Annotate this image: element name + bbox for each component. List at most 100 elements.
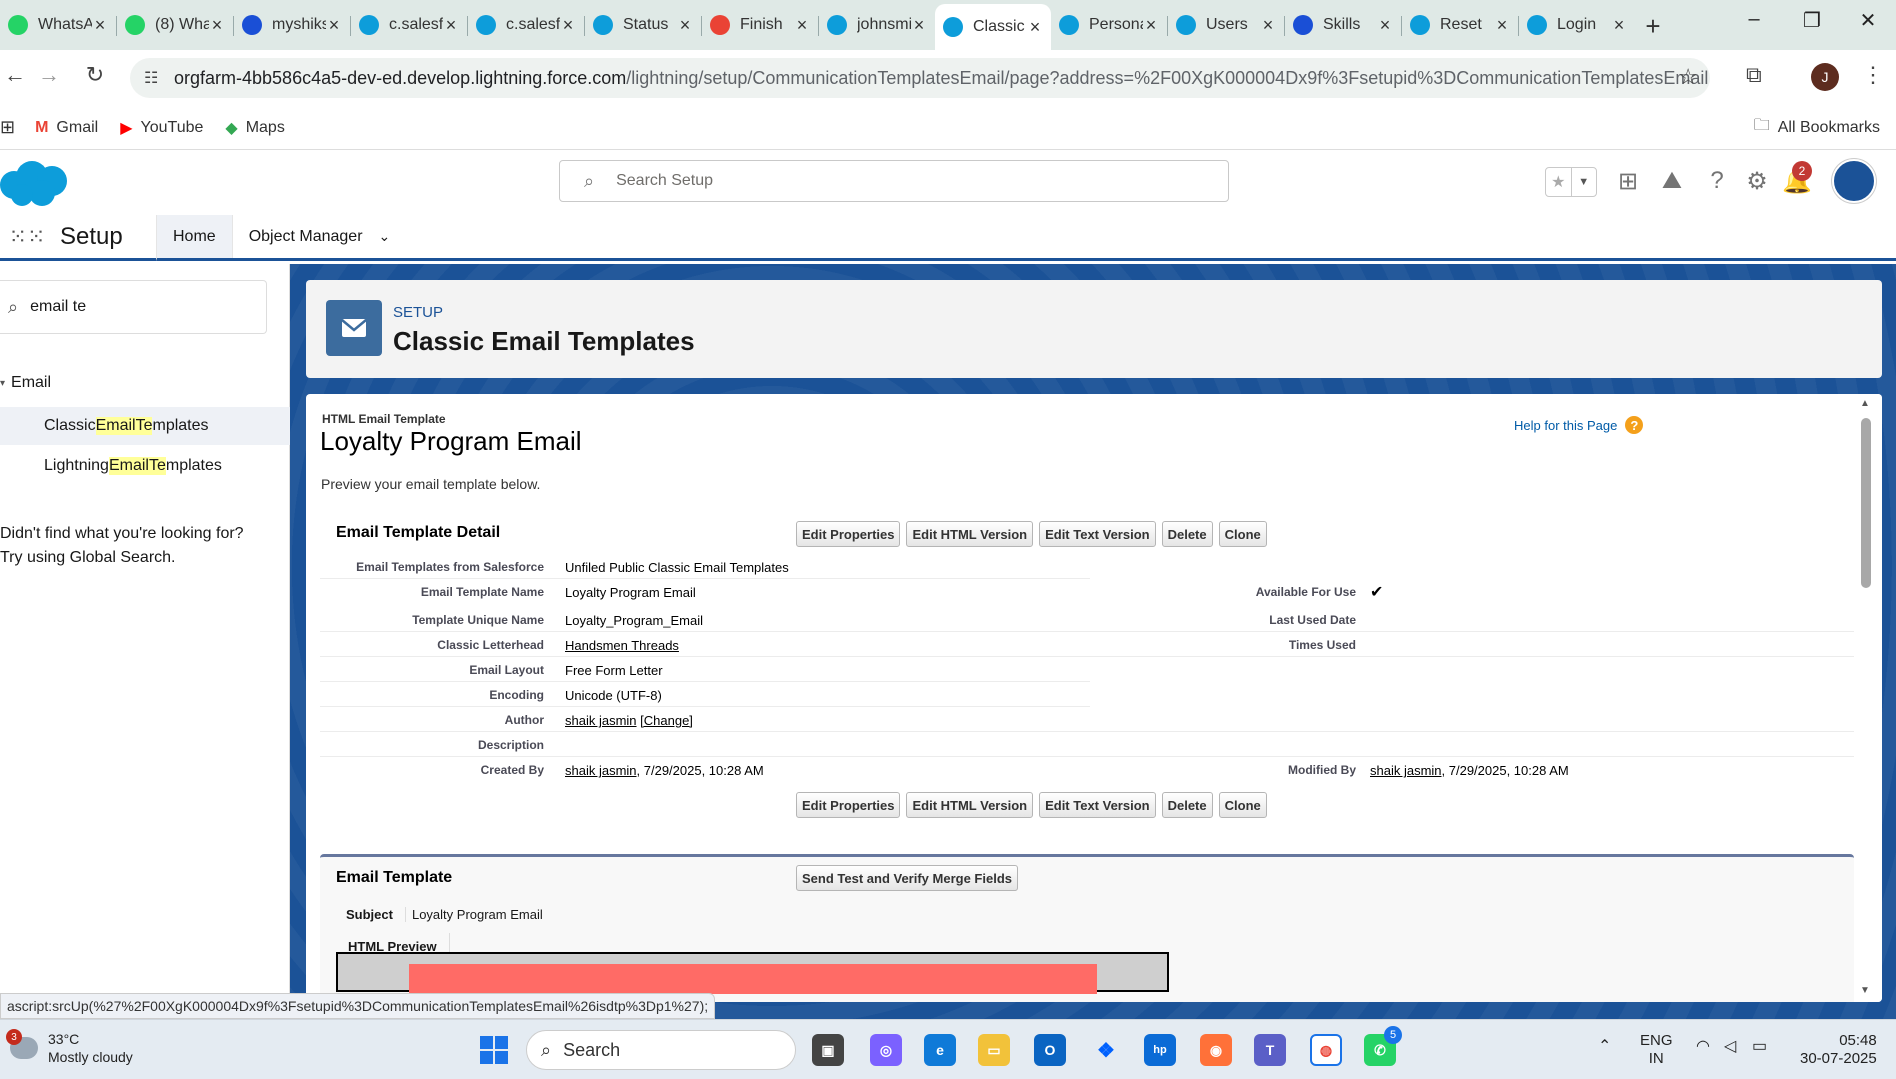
firefox-icon[interactable]: ◉ xyxy=(1200,1034,1232,1066)
close-tab-icon[interactable]: × xyxy=(1027,17,1043,38)
myhp-icon[interactable]: hp xyxy=(1144,1034,1176,1066)
bookmark-star-icon[interactable]: ☆ xyxy=(1678,64,1698,90)
user-avatar[interactable] xyxy=(1832,159,1876,203)
profile-avatar[interactable]: J xyxy=(1811,63,1839,91)
close-tab-icon[interactable]: × xyxy=(443,15,459,36)
tab-home[interactable]: Home xyxy=(156,215,232,261)
chevron-up-icon[interactable]: ⌃ xyxy=(1598,1038,1611,1056)
task-view-icon[interactable]: ▣ xyxy=(812,1034,844,1066)
trailhead-icon[interactable]: ⛰ xyxy=(1657,167,1687,195)
close-tab-icon[interactable]: × xyxy=(92,15,108,36)
browser-tab[interactable]: c.salesforce× xyxy=(351,4,467,46)
browser-tab[interactable]: Skills × xyxy=(1285,4,1401,46)
created-by-link[interactable]: shaik jasmin xyxy=(565,763,637,778)
close-tab-icon[interactable]: × xyxy=(1494,15,1510,36)
search-setup-input[interactable]: ⌕ Search Setup xyxy=(559,160,1229,202)
taskbar-search[interactable]: ⌕ Search xyxy=(526,1030,796,1070)
close-tab-icon[interactable]: × xyxy=(677,15,693,36)
send-test-button[interactable]: Send Test and Verify Merge Fields xyxy=(796,865,1018,891)
wifi-icon[interactable]: ◠ xyxy=(1696,1038,1710,1056)
scroll-down-icon[interactable]: ▼ xyxy=(1860,985,1870,996)
browser-tab[interactable]: Users × xyxy=(1168,4,1284,46)
bookmark-maps[interactable]: ◆ Maps xyxy=(225,118,284,138)
clone-button[interactable]: Clone xyxy=(1218,792,1267,818)
teams-icon[interactable]: T xyxy=(1254,1034,1286,1066)
clock[interactable]: 05:48 30-07-2025 xyxy=(1800,1032,1877,1068)
tree-node-email[interactable]: ▾ Email xyxy=(0,374,51,392)
close-tab-icon[interactable]: × xyxy=(794,15,810,36)
author-link[interactable]: shaik jasmin xyxy=(565,713,637,728)
browser-tab[interactable]: Finish × xyxy=(702,4,818,46)
close-tab-icon[interactable]: × xyxy=(326,15,342,36)
close-tab-icon[interactable]: × xyxy=(1377,15,1393,36)
close-tab-icon[interactable]: × xyxy=(560,15,576,36)
forward-icon[interactable]: → xyxy=(34,62,64,88)
browser-tab[interactable]: Personal× xyxy=(1051,4,1167,46)
language-indicator[interactable]: ENG IN xyxy=(1640,1032,1673,1068)
letterhead-link[interactable]: Handsmen Threads xyxy=(565,638,679,653)
browser-tab[interactable]: (8) WhatsApp× xyxy=(117,4,233,46)
help-for-page-link[interactable]: Help for this Page? xyxy=(1514,416,1644,434)
chrome-icon[interactable]: ◍ xyxy=(1310,1034,1342,1066)
apps-grid-icon[interactable]: ⊞ xyxy=(0,117,15,138)
edit-properties-button[interactable]: Edit Properties xyxy=(796,521,901,547)
browser-tab[interactable]: WhatsApp× xyxy=(0,4,116,46)
delete-button[interactable]: Delete xyxy=(1161,521,1213,547)
tree-item-classic-email-templates[interactable]: Classic Email Te mplates xyxy=(0,407,290,445)
global-actions-icon[interactable]: ⊞ xyxy=(1613,167,1643,196)
salesforce-logo[interactable] xyxy=(0,159,70,207)
browser-tab[interactable]: Reset × xyxy=(1402,4,1518,46)
outlook-icon[interactable]: O xyxy=(1034,1034,1066,1066)
browser-tab[interactable]: myshiksha× xyxy=(234,4,350,46)
close-tab-icon[interactable]: × xyxy=(1260,15,1276,36)
bookmark-youtube[interactable]: ▶ YouTube xyxy=(120,118,203,138)
new-tab-icon[interactable]: + xyxy=(1635,6,1671,46)
tree-item-lightning-email-templates[interactable]: Lightning Email Te mplates xyxy=(0,447,290,485)
edit-html-version-button[interactable]: Edit HTML Version xyxy=(906,521,1034,547)
close-tab-icon[interactable]: × xyxy=(1611,15,1627,36)
chevron-down-icon[interactable]: ▾ xyxy=(0,378,5,389)
dropbox-icon[interactable]: ❖ xyxy=(1090,1034,1122,1066)
reload-icon[interactable]: ↻ xyxy=(80,62,110,88)
browser-tab[interactable]: Login × xyxy=(1519,4,1635,46)
scroll-thumb[interactable] xyxy=(1861,418,1871,588)
site-info-icon[interactable]: ☷ xyxy=(144,68,158,88)
modified-by-link[interactable]: shaik jasmin xyxy=(1370,763,1442,778)
back-icon[interactable]: ← xyxy=(0,62,30,88)
clone-button[interactable]: Clone xyxy=(1218,521,1267,547)
browser-tab[interactable]: Status × xyxy=(585,4,701,46)
browser-tab[interactable]: johnsmith× xyxy=(819,4,935,46)
scroll-up-icon[interactable]: ▲ xyxy=(1860,398,1870,409)
volume-icon[interactable]: ◁ xyxy=(1724,1038,1736,1056)
close-tab-icon[interactable]: × xyxy=(911,15,927,36)
browser-tab[interactable]: c.salesforce× xyxy=(468,4,584,46)
bookmark-gmail[interactable]: M Gmail xyxy=(35,119,98,137)
edit-text-version-button[interactable]: Edit Text Version xyxy=(1039,521,1156,547)
close-window-icon[interactable]: ✕ xyxy=(1848,8,1888,33)
browser-tab[interactable]: Classic × xyxy=(935,4,1051,50)
tab-object-manager[interactable]: Object Manager ⌄ xyxy=(231,215,407,258)
battery-icon[interactable]: ▭ xyxy=(1752,1038,1767,1056)
delete-button[interactable]: Delete xyxy=(1161,792,1213,818)
chevron-down-icon[interactable]: ⌄ xyxy=(379,228,391,245)
global-search-link[interactable]: Try using Global Search. xyxy=(0,546,280,570)
change-author-link[interactable]: [Change] xyxy=(640,713,693,728)
vertical-scrollbar[interactable]: ▲ ▼ xyxy=(1854,394,1882,1002)
chevron-down-icon[interactable]: ▼ xyxy=(1570,168,1597,196)
extensions-icon[interactable]: ⧉ xyxy=(1746,62,1762,88)
edit-properties-button[interactable]: Edit Properties xyxy=(796,792,901,818)
maximize-icon[interactable]: ❐ xyxy=(1792,8,1832,33)
all-bookmarks[interactable]: 🗀 All Bookmarks xyxy=(1754,114,1880,141)
app-launcher-icon[interactable]: ⁙⁙ xyxy=(0,215,54,258)
close-tab-icon[interactable]: × xyxy=(1143,15,1159,36)
quick-find-input[interactable]: ⌕ email te xyxy=(0,280,267,334)
help-icon[interactable]: ? xyxy=(1702,167,1732,195)
file-explorer-icon[interactable]: ▭ xyxy=(978,1034,1010,1066)
windows-start-icon[interactable] xyxy=(480,1036,508,1064)
favorites-button[interactable]: ★ ▼ xyxy=(1545,167,1597,197)
browser-menu-icon[interactable]: ⋮ xyxy=(1862,62,1884,88)
minimize-icon[interactable]: – xyxy=(1734,8,1774,31)
copilot-icon[interactable]: ◎ xyxy=(870,1034,902,1066)
edit-text-version-button[interactable]: Edit Text Version xyxy=(1039,792,1156,818)
gear-icon[interactable]: ⚙ xyxy=(1742,167,1772,196)
